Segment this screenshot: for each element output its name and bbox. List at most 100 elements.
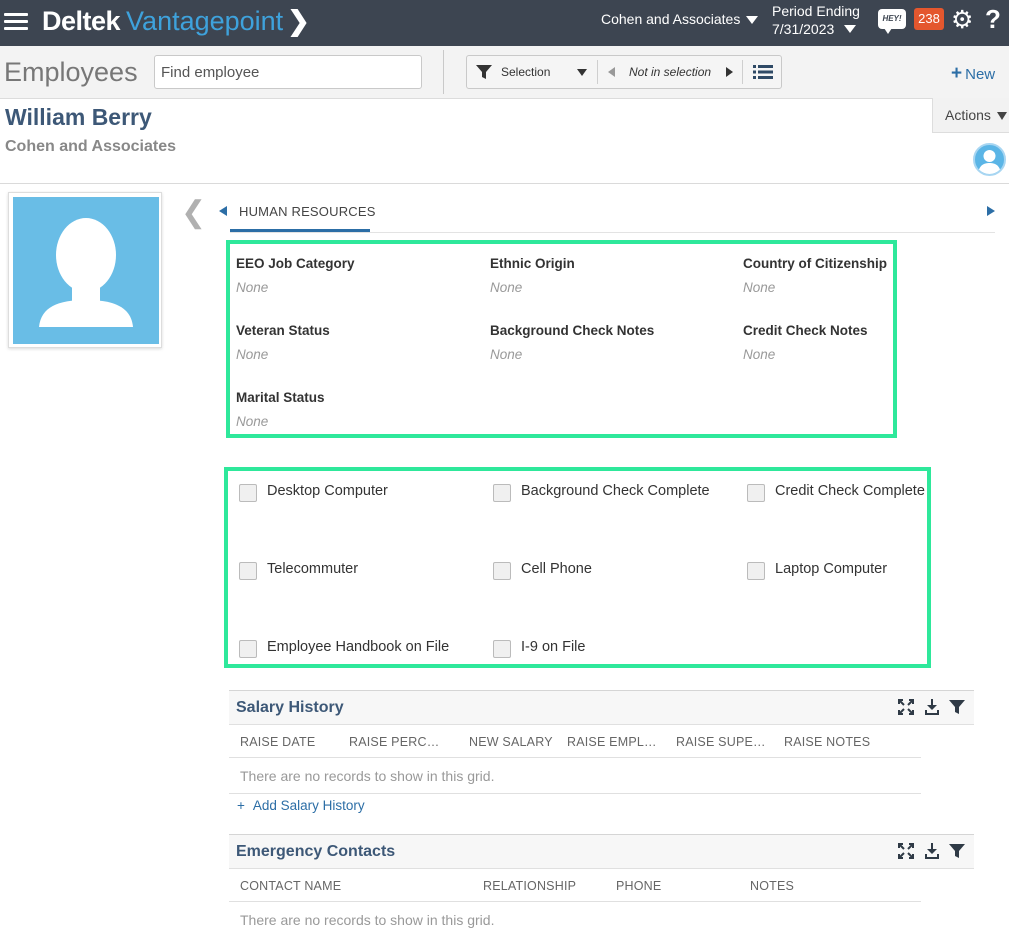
field-veteran-status[interactable]: Veteran Status None (236, 323, 330, 362)
field-value: None (743, 347, 776, 362)
column-header[interactable]: RAISE SUPE… (676, 735, 766, 749)
field-marital-status[interactable]: Marital Status None (236, 390, 325, 429)
column-header[interactable]: RAISE PERC… (349, 735, 439, 749)
column-header[interactable]: NEW SALARY (469, 735, 553, 749)
checkbox-label: Cell Phone (521, 561, 592, 577)
chevron-down-icon[interactable] (577, 69, 587, 76)
record-company: Cohen and Associates (5, 138, 177, 155)
selection-control: Selection Not in selection (466, 55, 782, 89)
divider (443, 50, 444, 94)
column-header[interactable]: PHONE (616, 879, 661, 893)
grid-toolbar (898, 843, 968, 861)
plus-icon: + (951, 63, 963, 84)
selection-status: Not in selection (629, 65, 712, 79)
brand-name-deltek: Deltek (42, 6, 121, 36)
field-label: Country of Citizenship (743, 256, 887, 271)
divider (742, 60, 743, 84)
field-country-of-citizenship[interactable]: Country of Citizenship None (743, 256, 887, 295)
filter-icon[interactable] (949, 843, 965, 864)
next-record-icon[interactable] (726, 67, 733, 77)
list-icon[interactable] (753, 64, 773, 80)
empty-grid-text: There are no records to show in this gri… (240, 912, 495, 928)
divider (597, 60, 598, 84)
column-header[interactable]: RAISE DATE (240, 735, 315, 749)
hr-fields-section: EEO Job Category None Ethnic Origin None… (226, 240, 897, 438)
notification-badge[interactable]: 238 (914, 8, 944, 30)
app-logo[interactable]: Deltek Vantagepoint ❯ (42, 4, 310, 38)
checkbox[interactable] (747, 484, 765, 502)
period-selector[interactable]: Period Ending 7/31/2023 (772, 2, 860, 38)
checkbox[interactable] (239, 640, 257, 658)
tab-human-resources[interactable]: HUMAN RESOURCES (239, 204, 376, 219)
grid-title: Emergency Contacts (236, 843, 396, 860)
empty-grid-text: There are no records to show in this gri… (240, 768, 495, 784)
user-avatar-icon[interactable] (973, 143, 1006, 176)
field-value: None (236, 414, 269, 429)
field-eeo-job-category[interactable]: EEO Job Category None (236, 256, 355, 295)
field-credit-check-notes[interactable]: Credit Check Notes None (743, 323, 868, 362)
expand-icon[interactable] (898, 699, 914, 720)
field-value: None (236, 347, 269, 362)
checkbox[interactable] (493, 640, 511, 658)
field-label: EEO Job Category (236, 256, 355, 271)
divider (230, 232, 995, 233)
help-icon[interactable]: ? (985, 3, 1001, 35)
grid-header: Emergency Contacts (229, 834, 974, 869)
checkbox-label: Credit Check Complete (775, 483, 925, 499)
gear-icon[interactable]: ⚙ (951, 6, 973, 34)
employee-photo[interactable] (8, 192, 162, 348)
actions-button[interactable]: Actions (932, 98, 1009, 133)
grid-title: Salary History (236, 699, 344, 716)
add-salary-history-button[interactable]: + Add Salary History (237, 798, 365, 813)
add-link-label: Add Salary History (252, 798, 365, 813)
company-selector[interactable]: Cohen and Associates (601, 11, 759, 27)
chevron-down-icon (746, 16, 759, 25)
expand-icon[interactable] (898, 843, 914, 864)
column-header[interactable]: CONTACT NAME (240, 879, 341, 893)
hr-checkbox-section: Desktop Computer Background Check Comple… (224, 467, 931, 668)
field-value: None (490, 347, 523, 362)
column-header[interactable]: NOTES (750, 879, 794, 893)
download-icon[interactable] (924, 699, 940, 720)
brand-name-vantagepoint: Vantagepoint (126, 6, 284, 36)
actions-label: Actions (945, 107, 991, 123)
field-value: None (490, 280, 523, 295)
filter-icon[interactable] (476, 64, 492, 80)
new-button-label: New (965, 66, 996, 83)
checkbox[interactable] (493, 484, 511, 502)
field-value: None (236, 280, 269, 295)
field-label: Background Check Notes (490, 323, 655, 338)
emergency-contacts-grid: Emergency Contacts CONTACT NAME RELATION… (229, 834, 974, 935)
column-header[interactable]: RELATIONSHIP (483, 879, 576, 893)
checkbox[interactable] (239, 484, 257, 502)
checkbox-label: Background Check Complete (521, 483, 710, 499)
checkbox-label: Employee Handbook on File (267, 639, 450, 655)
checkbox[interactable] (493, 562, 511, 580)
hamburger-menu-icon[interactable] (4, 9, 28, 31)
tab-scroll-right-icon[interactable] (987, 206, 995, 216)
grid-column-headers: RAISE DATE RAISE PERC… NEW SALARY RAISE … (229, 725, 921, 758)
grid-header: Salary History (229, 690, 974, 725)
filter-icon[interactable] (949, 699, 965, 720)
record-name: William Berry (5, 104, 152, 130)
field-ethnic-origin[interactable]: Ethnic Origin None (490, 256, 575, 295)
selection-dropdown[interactable]: Selection (501, 65, 550, 79)
new-record-button[interactable]: + New (951, 63, 995, 85)
checkbox[interactable] (747, 562, 765, 580)
checkbox[interactable] (239, 562, 257, 580)
column-header[interactable]: RAISE NOTES (784, 735, 870, 749)
checkbox-label: Telecommuter (267, 561, 359, 577)
search-input[interactable] (154, 55, 422, 89)
hey-chat-icon[interactable]: HEY! (878, 9, 906, 34)
checkbox-label: Laptop Computer (775, 561, 888, 577)
field-background-check-notes[interactable]: Background Check Notes None (490, 323, 654, 362)
column-header[interactable]: RAISE EMPL… (567, 735, 657, 749)
collapse-panel-icon[interactable]: ❮ (181, 196, 206, 230)
top-navigation-bar: Deltek Vantagepoint ❯ Cohen and Associates… (0, 0, 1009, 46)
tab-scroll-left-icon[interactable] (219, 206, 227, 216)
field-label: Credit Check Notes (743, 323, 868, 338)
grid-toolbar (898, 699, 968, 717)
person-silhouette-icon (13, 197, 159, 344)
previous-record-icon[interactable] (608, 67, 615, 77)
download-icon[interactable] (924, 843, 940, 864)
